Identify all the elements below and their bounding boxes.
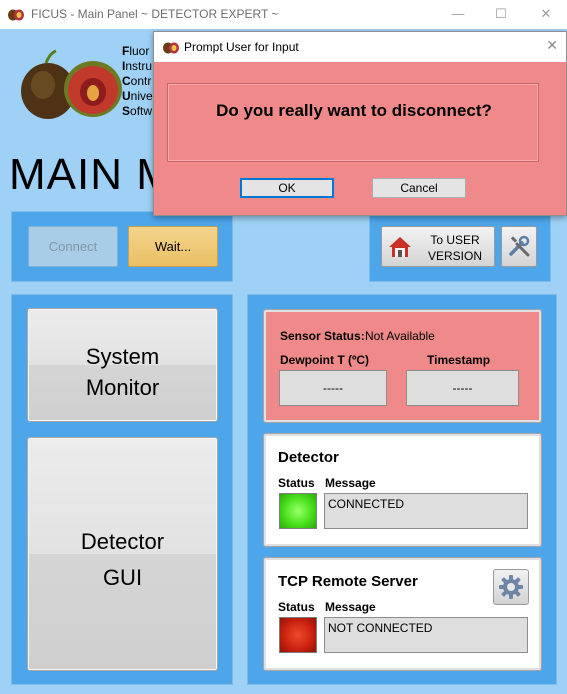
tcp-message-field: NOT CONNECTED [324,617,528,653]
to-user-line1: To USER [430,233,480,247]
detector-title: Detector [278,449,339,466]
tcp-status-label: Status [278,600,315,614]
dialog-message-box: Do you really want to disconnect? [167,83,539,162]
logo-line: Unive [122,89,153,103]
system-monitor-line2: Monitor [85,375,160,400]
tools-icon [509,235,530,257]
dewpoint-field: ----- [279,370,387,406]
gear-icon [499,575,523,599]
home-icon [389,237,411,257]
window-title: FICUS - Main Panel ~ DETECTOR EXPERT ~ [31,7,279,21]
detector-gui-line1: Detector [80,529,165,554]
dialog-message: Do you really want to disconnect? [216,101,492,120]
minimize-button[interactable]: — [447,4,469,24]
dewpoint-label: Dewpoint T (ºC) [280,353,370,367]
detector-message-label: Message [325,476,376,490]
dialog-titlebar: Prompt User for Input ✕ [154,32,566,62]
disconnect-dialog: Prompt User for Input ✕ Do you really wa… [153,31,567,216]
tcp-message-label: Message [325,600,376,614]
dialog-close-button[interactable]: ✕ [546,37,558,54]
system-monitor-button[interactable]: System Monitor [27,308,218,422]
page-title: MAIN M [9,150,174,199]
system-monitor-line1: System [85,344,160,369]
to-user-version-button[interactable]: To USER VERSION [381,226,495,267]
tcp-server-card: TCP Remote Server Status Message NOT CON… [263,557,542,671]
figs-logo [21,49,122,119]
cancel-button[interactable]: Cancel [372,178,466,198]
window-close-button[interactable]: ✕ [535,4,557,24]
timestamp-label: Timestamp [427,353,491,367]
tcp-status-led [279,617,317,653]
wait-button[interactable]: Wait... [128,226,218,267]
logo-line: Fluor [122,44,150,58]
logo-line: Contr [122,74,152,88]
app-icon [8,9,24,21]
sensor-status-label: Sensor Status: [280,329,365,343]
sensor-status-value: Not Available [365,329,435,343]
connect-button[interactable]: Connect [28,226,118,267]
logo-line: Instru [122,59,153,73]
tcp-settings-button[interactable] [493,569,529,605]
logo-text: Fluor Instru Contr Unive Softw [122,44,153,119]
detector-message-field: CONNECTED [324,493,528,529]
timestamp-field: ----- [406,370,519,406]
tools-button[interactable] [501,226,537,267]
detector-gui-line2: GUI [102,565,143,590]
window-titlebar: FICUS - Main Panel ~ DETECTOR EXPERT ~ —… [0,0,567,29]
dialog-title: Prompt User for Input [184,40,299,54]
app-icon [163,42,179,54]
tcp-server-title: TCP Remote Server [278,573,418,590]
detector-card: Detector Status Message CONNECTED [263,433,542,547]
to-user-line2: VERSION [427,249,482,263]
to-user-version-label: To USER VERSION [418,232,492,264]
detector-status-label: Status [278,476,315,490]
ok-button[interactable]: OK [240,178,334,198]
logo-line: Softw [122,104,153,118]
detector-status-led [279,493,317,529]
detector-gui-button[interactable]: Detector GUI [27,437,218,671]
maximize-button[interactable]: ☐ [490,4,512,24]
sensor-card: Sensor Status: Not Available Dewpoint T … [263,309,542,423]
